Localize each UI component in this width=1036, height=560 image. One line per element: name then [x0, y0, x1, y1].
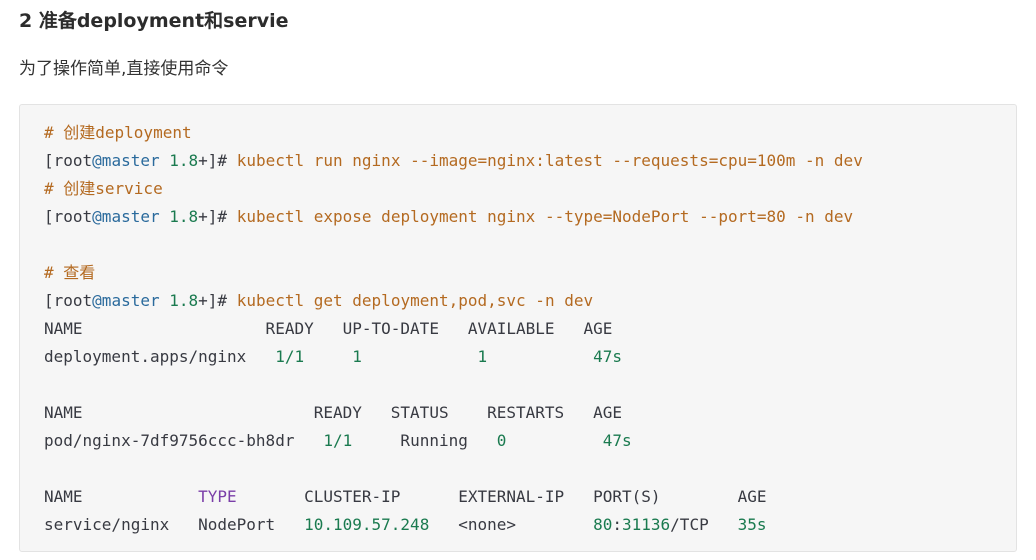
code-line: [root@master 1.8+]# kubectl get deployme… [44, 287, 863, 315]
code-token-cmd: kubectl run nginx --image=nginx:latest -… [236, 151, 863, 170]
code-line: pod/nginx-7df9756ccc-bh8dr 1/1 Running 0… [44, 427, 863, 455]
code-token-plain: [root [44, 207, 93, 226]
section-heading: 2 准备deployment和servie [19, 10, 289, 32]
code-token-plain: [root [44, 151, 93, 170]
code-line: # 创建deployment [44, 119, 863, 147]
code-line: # 创建service [44, 175, 863, 203]
code-token-plain: CLUSTER-IP EXTERNAL-IP PORT(S) AGE [236, 487, 767, 506]
code-line: deployment.apps/nginx 1/1 1 1 47s [44, 343, 863, 371]
code-line: NAME READY STATUS RESTARTS AGE [44, 399, 863, 427]
code-token-plain: NAME READY UP-TO-DATE AVAILABLE AGE [44, 319, 613, 338]
code-token-host: @master [92, 151, 160, 170]
code-token-plain: <none> [429, 515, 594, 534]
code-token-plain: +]# [198, 151, 237, 170]
code-token-num: 1 [477, 347, 488, 366]
code-token-plain: pod/nginx-7df9756ccc-bh8dr [44, 431, 324, 450]
code-token-cmd: kubectl get deployment,pod,svc -n dev [236, 291, 594, 310]
code-token-num: 1/1 [275, 347, 305, 366]
code-token-num: 80 [593, 515, 613, 534]
code-token-plain: [root [44, 291, 93, 310]
code-token-comment: # 创建deployment [44, 123, 192, 142]
code-token-num: 10.109.57.248 [304, 515, 430, 534]
code-line: NAME TYPE CLUSTER-IP EXTERNAL-IP PORT(S)… [44, 483, 863, 511]
code-token-num: 0 [496, 431, 507, 450]
code-token-num: 1.8 [169, 207, 199, 226]
code-token-num: 31136 [622, 515, 671, 534]
code-token-comment: # 查看 [44, 263, 96, 282]
code-token-plain: +]# [198, 291, 237, 310]
code-line: [root@master 1.8+]# kubectl expose deplo… [44, 203, 863, 231]
code-token-kw: TYPE [198, 487, 237, 506]
code-token-comment: # 创建service [44, 179, 163, 198]
code-token-plain: /TCP [670, 515, 738, 534]
code-token-plain: : [612, 515, 622, 534]
code-token-num: 35s [737, 515, 767, 534]
code-token-host: @master [92, 207, 160, 226]
code-token-host: @master [92, 291, 160, 310]
code-line: service/nginx NodePort 10.109.57.248 <no… [44, 511, 863, 539]
code-token-plain: deployment.apps/nginx [44, 347, 276, 366]
code-token-num: 1/1 [323, 431, 353, 450]
code-token-num: 1.8 [169, 291, 199, 310]
code-content: # 创建deployment [root@master 1.8+]# kubect… [44, 119, 863, 539]
code-block[interactable]: # 创建deployment [root@master 1.8+]# kubect… [19, 104, 1017, 552]
code-token-num: 1 [352, 347, 362, 366]
code-token-cmd: kubectl expose deployment nginx --type=N… [236, 207, 854, 226]
code-line: # 查看 [44, 259, 863, 287]
code-line: NAME READY UP-TO-DATE AVAILABLE AGE [44, 315, 863, 343]
code-token-plain: service/nginx NodePort [44, 515, 305, 534]
code-token-num: 47s [602, 431, 632, 450]
code-token-plain: NAME [44, 487, 199, 506]
code-token-plain: Running [352, 431, 497, 450]
code-token-num: 47s [593, 347, 623, 366]
code-line: [root@master 1.8+]# kubectl run nginx --… [44, 147, 863, 175]
intro-paragraph: 为了操作简单,直接使用命令 [19, 59, 229, 79]
code-token-plain: NAME READY STATUS RESTARTS AGE [44, 403, 622, 422]
code-token-num: 1.8 [169, 151, 199, 170]
code-token-plain: +]# [198, 207, 237, 226]
